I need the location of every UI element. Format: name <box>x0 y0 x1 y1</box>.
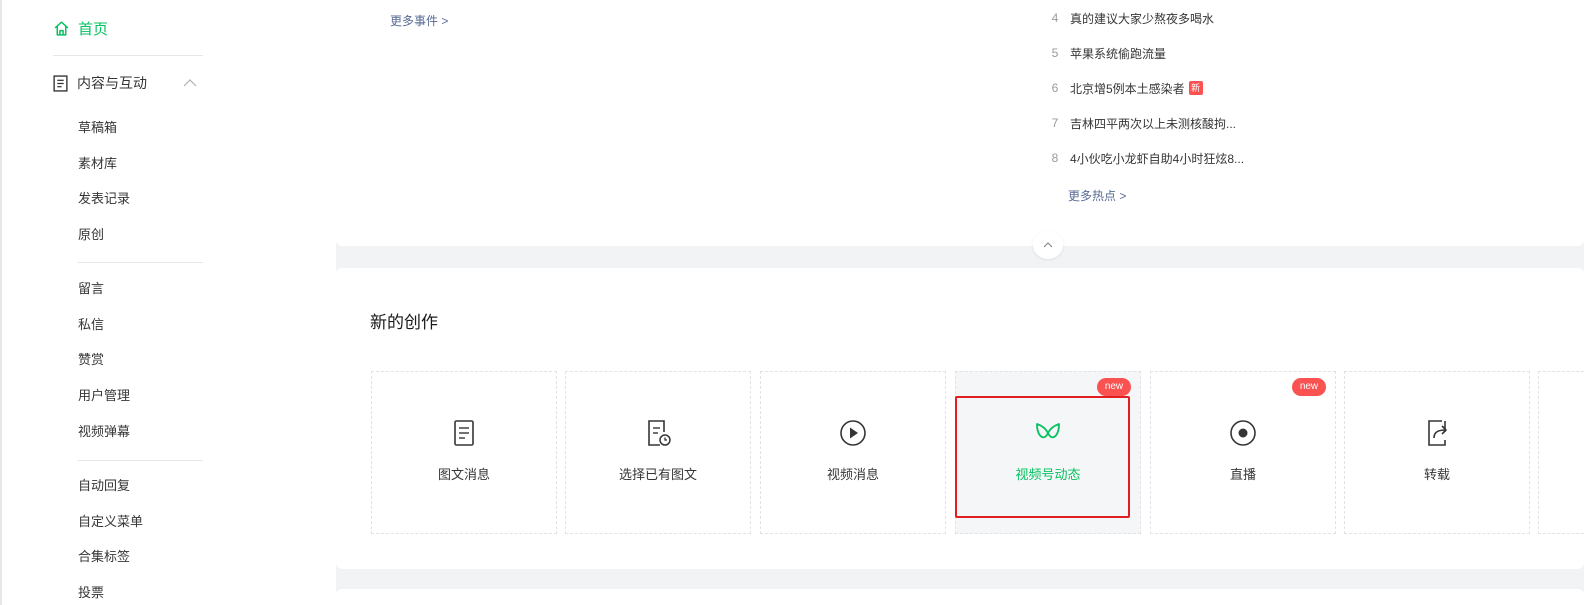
more-events-link[interactable]: 更多事件 > <box>390 12 448 29</box>
sidebar-item-home[interactable]: 首页 <box>53 17 108 39</box>
sidebar: 首页 内容与互动 草稿箱 素材库 发表记录 原创 留言 私信 赞赏 用户管理 视… <box>0 0 336 605</box>
hot-list-item[interactable]: 5 苹果系统偷跑流量 <box>1040 43 1166 63</box>
hot-title: 苹果系统偷跑流量 <box>1070 46 1167 61</box>
hot-rank: 6 <box>1051 81 1059 95</box>
sidebar-item-materials[interactable]: 素材库 <box>78 154 117 174</box>
new-badge: new <box>1097 378 1131 396</box>
hot-title: 真的建议大家少熬夜多喝水 <box>1070 11 1215 26</box>
hot-list-item[interactable]: 4 真的建议大家少熬夜多喝水 <box>1040 8 1214 28</box>
hot-list-item[interactable]: 8 4小伙吃小龙虾自助4小时狂炫8... <box>1040 148 1244 168</box>
divider <box>53 55 203 56</box>
new-badge: new <box>1292 378 1326 396</box>
hot-title: 北京增5例本土感染者 <box>1070 81 1185 96</box>
sidebar-group-label: 内容与互动 <box>77 75 147 91</box>
sidebar-item-messages[interactable]: 私信 <box>78 315 104 335</box>
play-icon <box>840 420 866 446</box>
more-tile-partial[interactable] <box>1538 371 1584 534</box>
sidebar-edge <box>0 0 2 605</box>
hot-list-item[interactable]: 7 吉林四平两次以上未测核酸拘... <box>1040 113 1236 133</box>
highlight-box <box>955 396 1130 518</box>
sidebar-item-video-danmaku[interactable]: 视频弹幕 <box>78 422 130 442</box>
hot-rank: 5 <box>1051 46 1059 60</box>
repost-icon <box>1428 420 1447 446</box>
article-icon <box>454 420 474 446</box>
sidebar-item-collection-tags[interactable]: 合集标签 <box>78 547 130 567</box>
next-card <box>336 589 1584 605</box>
hot-rank: 7 <box>1051 116 1059 130</box>
section-title: 新的创作 <box>370 313 438 332</box>
trending-card <box>336 0 1584 246</box>
collapse-button[interactable] <box>1033 231 1063 259</box>
document-icon <box>53 74 68 92</box>
hot-rank: 8 <box>1051 151 1059 165</box>
hot-title: 吉林四平两次以上未测核酸拘... <box>1070 116 1237 131</box>
sidebar-item-original[interactable]: 原创 <box>78 225 104 245</box>
select-existing-article-tile[interactable]: 选择已有图文 <box>565 371 751 534</box>
create-article-tile[interactable]: 图文消息 <box>371 371 557 534</box>
sidebar-item-publish-records[interactable]: 发表记录 <box>78 189 130 209</box>
sidebar-item-drafts[interactable]: 草稿箱 <box>78 118 117 138</box>
repost-tile[interactable]: 转载 <box>1344 371 1530 534</box>
tile-label: 选择已有图文 <box>618 467 697 482</box>
tile-label: 图文消息 <box>437 467 490 482</box>
sidebar-item-rewards[interactable]: 赞赏 <box>78 350 104 370</box>
chevron-up-icon <box>1043 242 1053 248</box>
sidebar-group-content-interaction[interactable]: 内容与互动 <box>53 72 203 94</box>
divider <box>78 460 203 461</box>
divider <box>78 262 203 263</box>
more-hot-link[interactable]: 更多热点 > <box>1068 187 1126 204</box>
home-icon <box>54 20 69 36</box>
create-video-tile[interactable]: 视频消息 <box>760 371 946 534</box>
sidebar-item-comments[interactable]: 留言 <box>78 279 104 299</box>
sidebar-item-auto-reply[interactable]: 自动回复 <box>78 476 130 496</box>
tile-label: 转载 <box>1423 467 1450 482</box>
tile-label: 直播 <box>1229 467 1256 482</box>
live-icon <box>1230 420 1256 446</box>
hot-list-item[interactable]: 6 北京增5例本土感染者 新 <box>1040 78 1203 98</box>
sidebar-item-label: 首页 <box>78 20 109 38</box>
tile-label: 视频消息 <box>826 467 879 482</box>
article-history-icon <box>648 420 671 446</box>
hot-rank: 4 <box>1051 11 1059 25</box>
chevron-up-icon[interactable] <box>183 76 197 90</box>
sidebar-item-vote[interactable]: 投票 <box>78 583 104 603</box>
new-badge: 新 <box>1188 81 1203 95</box>
sidebar-item-custom-menu[interactable]: 自定义菜单 <box>78 512 143 532</box>
hot-title: 4小伙吃小龙虾自助4小时狂炫8... <box>1070 151 1245 166</box>
sidebar-item-user-management[interactable]: 用户管理 <box>78 386 130 406</box>
